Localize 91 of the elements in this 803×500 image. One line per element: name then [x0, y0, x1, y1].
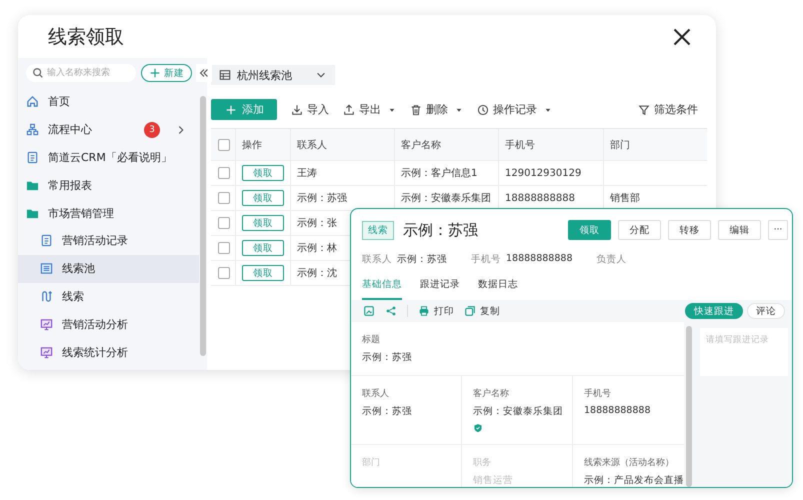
trash-icon [410, 104, 422, 116]
monitor-chart-icon [40, 346, 53, 359]
tab[interactable]: 数据日志 [478, 278, 518, 300]
close-icon [672, 26, 692, 46]
printer-icon [418, 305, 430, 317]
type-tag: 线索 [362, 220, 394, 240]
table-cell: 示例：客户信息1 [395, 161, 499, 185]
checkbox[interactable] [218, 242, 230, 254]
history-button[interactable]: 操作记录 [477, 102, 552, 117]
field-value: 18888888888 [584, 405, 652, 416]
field-label: 手机号 [471, 253, 501, 266]
field-label: 负责人 [596, 253, 626, 266]
checkbox[interactable] [218, 217, 230, 229]
sidebar-item[interactable]: 简道云CRM「必看说明」 [18, 144, 199, 172]
document-icon [26, 150, 39, 164]
clock-icon [477, 104, 489, 116]
table-cell: 129012930129 [499, 161, 604, 185]
column-header: 联系人 [291, 129, 395, 160]
delete-button[interactable]: 删除 [410, 102, 463, 117]
export-button[interactable]: 导出 [343, 102, 396, 117]
field-label: 线索来源（活动名称） [584, 456, 675, 469]
sidebar-item[interactable]: 首页 [18, 88, 199, 116]
flow-icon [40, 290, 53, 303]
field-label: 标题 [362, 334, 381, 346]
table-cell: 王涛 [291, 161, 395, 185]
sidebar-item[interactable]: 线索 [18, 282, 199, 310]
field-value: 示例：苏强 [362, 405, 413, 418]
field-value: 18888888888 [506, 253, 572, 266]
share-button[interactable] [385, 305, 397, 317]
window-title: 线索领取 [48, 24, 124, 50]
field-label: 手机号 [584, 388, 612, 400]
column-header: 部门 [609, 138, 631, 152]
export-icon [343, 104, 355, 116]
field-value: 示例：苏强 [362, 351, 413, 364]
field-label: 客户名称 [473, 388, 510, 400]
column-header: 手机号 [499, 129, 604, 160]
sidebar-item[interactable]: 线索统计分析 [18, 338, 199, 366]
more-button[interactable]: ··· [768, 220, 788, 240]
field-value: 示例：安徽泰乐集团 [473, 405, 564, 418]
view-selector[interactable]: 杭州线索池 [211, 65, 335, 85]
field-value: 示例：产品发布会直播 [584, 474, 684, 487]
filter-button[interactable]: 筛选条件 [638, 102, 698, 117]
checkbox[interactable] [218, 192, 230, 204]
count-badge: 3 [144, 122, 160, 138]
sidebar-item[interactable]: 线索池 [18, 254, 199, 283]
print-button[interactable]: 打印 [418, 304, 454, 318]
field-label: 部门 [362, 456, 381, 469]
import-icon [291, 104, 303, 116]
copy-icon [464, 305, 476, 317]
org-chart-icon [26, 123, 39, 136]
sidebar-item[interactable]: 流程中心 3 [18, 116, 199, 144]
column-header: 客户名称 [395, 129, 499, 160]
action-button[interactable]: 转移 [668, 220, 711, 240]
table-cell-text: 销售部 [609, 192, 641, 206]
plus-icon [149, 67, 161, 79]
image-icon [363, 305, 375, 317]
monitor-chart-icon [40, 318, 53, 331]
filter-icon [638, 104, 650, 116]
field-label: 联系人 [362, 388, 390, 400]
search-field[interactable]: 输入名称来搜索 [26, 64, 136, 82]
action-button[interactable]: 编辑 [718, 220, 761, 240]
double-chevron-icon [198, 67, 210, 79]
tab[interactable]: 评论 [747, 303, 785, 319]
checkbox[interactable] [218, 167, 230, 179]
tab[interactable]: 跟进记录 [420, 278, 460, 300]
plus-icon [225, 104, 237, 116]
field-value: 销售运营 [473, 474, 514, 487]
collapse-button[interactable] [196, 64, 212, 82]
checkbox[interactable] [218, 138, 230, 150]
action-button[interactable]: 分配 [618, 220, 661, 240]
follow-up-field[interactable]: 请填写跟进记录 [700, 328, 788, 376]
field-value: 示例：苏强 [397, 253, 447, 266]
column-header: 操作 [236, 129, 291, 160]
import-button[interactable]: 导入 [291, 102, 329, 117]
sidebar-item[interactable]: 营销活动记录 [18, 226, 199, 255]
sidebar-item[interactable]: 营销活动分析 [18, 310, 199, 338]
scrollbar[interactable] [686, 326, 692, 487]
sidebar-item[interactable]: 市场营销管理 [18, 199, 199, 227]
sidebar-item[interactable]: 常用报表 [18, 171, 199, 200]
close-button[interactable] [672, 26, 692, 46]
table-icon [219, 69, 231, 81]
field-label: 职务 [473, 456, 492, 469]
image-button[interactable] [363, 305, 375, 317]
scrollbar[interactable] [200, 96, 206, 356]
copy-button[interactable]: 复制 [464, 304, 500, 318]
share-icon [385, 305, 397, 317]
list-icon [40, 262, 53, 276]
home-icon [26, 95, 39, 108]
checkbox[interactable] [218, 267, 230, 279]
record-title: 示例：苏强 [403, 220, 478, 240]
document-icon [40, 234, 53, 248]
